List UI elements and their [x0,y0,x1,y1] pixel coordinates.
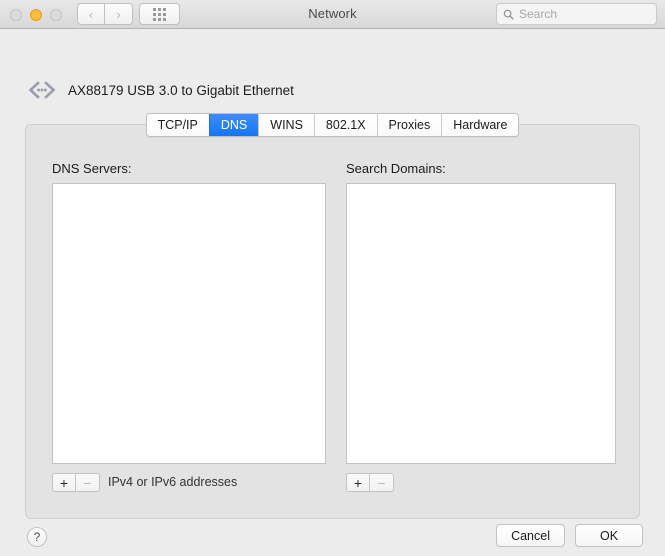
window-titlebar: ‹ › Network Search [0,0,665,29]
add-dns-server-button[interactable]: + [52,473,76,492]
dns-servers-label: DNS Servers: [52,161,132,176]
dialog-buttons: Cancel OK [496,524,643,547]
device-name-label: AX88179 USB 3.0 to Gigabit Ethernet [68,82,294,98]
window-content: AX88179 USB 3.0 to Gigabit Ethernet TCP/… [0,29,665,556]
cancel-button[interactable]: Cancel [496,524,565,547]
ethernet-icon [28,81,56,99]
device-header: AX88179 USB 3.0 to Gigabit Ethernet [27,80,294,100]
remove-search-domain-button: − [370,473,394,492]
remove-dns-server-button: − [76,473,100,492]
tab-tcpip[interactable]: TCP/IP [146,114,209,136]
dns-servers-list[interactable] [52,183,326,464]
tab-hardware[interactable]: Hardware [441,114,519,136]
tab-bar: TCP/IP DNS WINS 802.1X Proxies Hardware [0,113,665,137]
dns-servers-add-remove-group: + − [52,473,100,492]
tab-group: TCP/IP DNS WINS 802.1X Proxies Hardware [145,113,520,137]
tab-8021x[interactable]: 802.1X [313,114,377,136]
search-icon [503,9,514,20]
dns-settings-panel: DNS Servers: Search Domains: + − IPv4 or… [25,124,640,519]
search-domains-add-remove-group: + − [346,473,394,492]
help-button[interactable]: ? [27,527,47,547]
add-search-domain-button[interactable]: + [346,473,370,492]
search-domains-list[interactable] [346,183,616,464]
tab-dns[interactable]: DNS [208,114,259,136]
search-domains-label: Search Domains: [346,161,446,176]
search-placeholder: Search [519,7,558,21]
search-field[interactable]: Search [496,3,657,25]
tab-proxies[interactable]: Proxies [376,114,442,136]
ok-button[interactable]: OK [575,524,643,547]
tab-wins[interactable]: WINS [258,114,314,136]
dns-servers-hint: IPv4 or IPv6 addresses [108,475,238,489]
network-preferences-window: ‹ › Network Search AX88179 USB 3.0 to Gi… [0,0,665,556]
